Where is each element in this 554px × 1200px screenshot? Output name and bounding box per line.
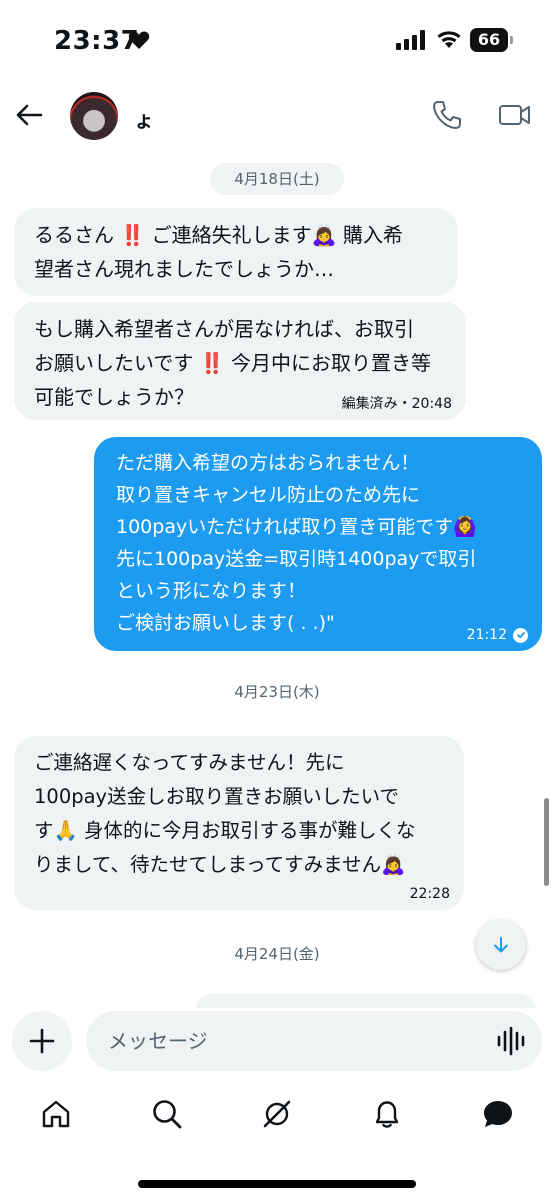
avatar[interactable]	[70, 92, 118, 140]
scrollbar[interactable]	[544, 798, 549, 886]
home-indicator	[138, 1180, 416, 1188]
home-icon	[42, 1100, 70, 1128]
date-separator: 4月18日(土)	[210, 163, 344, 195]
message-status: 21:12	[467, 627, 528, 643]
message-text: す🙏 身体的に今月お取引する事が難しくな	[34, 819, 416, 842]
message-bubble-incoming[interactable]: もし購入希望者さんが居なければ、お取引 お願いしたいです ‼️ 今月中にお取り置…	[14, 302, 466, 420]
message-text: 先に100pay送金=取引時1400payで取引	[116, 548, 477, 570]
bottom-navigation	[0, 1080, 554, 1154]
video-icon	[499, 105, 530, 125]
message-text: という形になります！	[116, 580, 307, 602]
message-bubble-incoming[interactable]: るるさん ‼️ ご連絡失礼します🙇‍♀️ 購入希 望者さん現れましたでしょうか…	[14, 208, 458, 296]
voice-message-button[interactable]	[496, 1026, 528, 1056]
battery-tip	[510, 36, 513, 44]
message-text: ただ購入希望の方はおられません！	[116, 452, 420, 474]
message-timestamp: 編集済み・20:48	[341, 396, 452, 412]
add-attachment-button[interactable]	[12, 1011, 72, 1071]
video-call-button[interactable]	[498, 98, 532, 132]
message-text: ご連絡遅くなってすみません！先に	[34, 751, 345, 774]
wifi-icon	[437, 31, 461, 48]
message-timestamp: 22:28	[409, 886, 450, 902]
nav-grok[interactable]	[255, 1092, 299, 1136]
messages-icon	[484, 1101, 512, 1127]
date-separator: 4月24日(金)	[234, 945, 320, 963]
plus-icon	[29, 1028, 55, 1054]
message-text: 100pay送金しお取り置きお願いしたいで	[34, 785, 400, 808]
nav-search[interactable]	[145, 1092, 189, 1136]
nav-messages[interactable]	[476, 1092, 520, 1136]
message-text: 取り置きキャンセル防止のため先に	[116, 484, 421, 506]
arrow-left-icon	[16, 104, 43, 126]
phone-icon	[433, 101, 461, 129]
bell-icon	[375, 1101, 399, 1128]
voice-waveform-icon	[497, 1026, 525, 1056]
grok-icon	[263, 1100, 291, 1128]
read-check-icon	[513, 627, 528, 643]
message-text: もし購入希望者さんが居なければ、お取引	[34, 317, 414, 341]
status-bar: 23:37 66	[0, 0, 554, 84]
message-text: 望者さん現れましたでしょうか…	[34, 257, 334, 281]
message-text: お願いしたいです ‼️ 今月中にお取り置き等	[34, 351, 432, 375]
conversation-header: ょ	[0, 84, 554, 148]
back-button[interactable]	[12, 98, 46, 132]
message-bubble-incoming[interactable]: ご連絡遅くなってすみません！先に 100pay送金しお取り置きお願いしたいで す…	[14, 736, 464, 910]
signal-icon	[396, 30, 425, 50]
call-button[interactable]	[430, 98, 464, 132]
message-composer	[0, 1008, 554, 1078]
nav-notifications[interactable]	[365, 1092, 409, 1136]
search-icon	[153, 1100, 182, 1129]
message-bubble-outgoing[interactable]: ただ購入希望の方はおられません！ 取り置きキャンセル防止のため先に 100pay…	[94, 437, 542, 651]
date-separator: 4月23日(木)	[234, 683, 320, 701]
status-time: 23:37	[54, 26, 140, 56]
battery-indicator: 66	[470, 28, 514, 52]
message-timestamp: 21:12	[466, 627, 507, 643]
nav-home[interactable]	[34, 1092, 78, 1136]
message-text: るるさん ‼️ ご連絡失礼します🙇‍♀️ 購入希	[34, 223, 403, 247]
arrow-down-icon	[494, 937, 508, 953]
battery-level: 66	[470, 28, 508, 52]
heart-icon	[128, 31, 150, 49]
scroll-to-bottom-button[interactable]	[476, 920, 526, 970]
contact-name[interactable]: ょ	[134, 104, 154, 133]
message-text: 100payいただければ取り置き可能です🙆‍♀️	[116, 516, 477, 538]
message-text: ご検討お願いします( . .)"	[116, 612, 335, 634]
message-text: りまして、待たせてしまってすみません🙇‍♀️	[34, 853, 406, 876]
message-input[interactable]	[86, 1011, 542, 1071]
